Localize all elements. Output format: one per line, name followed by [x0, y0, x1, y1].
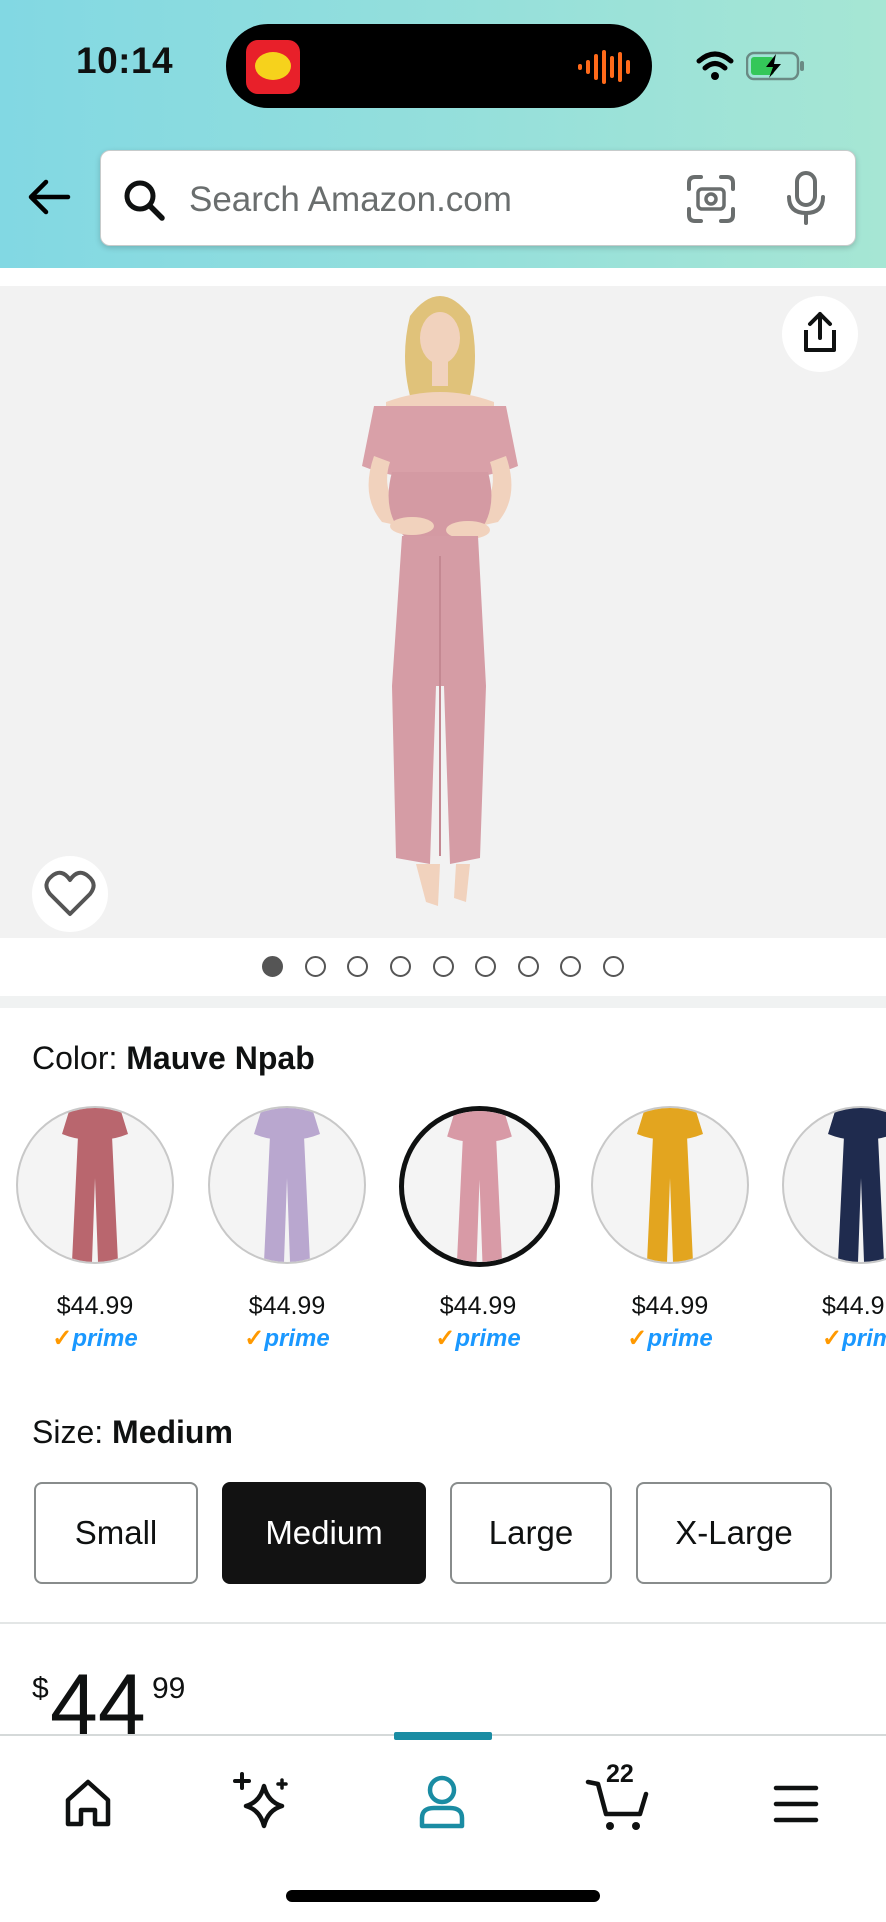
price-currency-symbol: $: [32, 1672, 49, 1705]
section-divider: [0, 996, 886, 1008]
prime-badge: ✓prime: [435, 1325, 521, 1352]
prime-badge: ✓prime: [52, 1325, 138, 1352]
pagination-dot[interactable]: [433, 956, 454, 977]
prime-badge: ✓prim: [822, 1325, 886, 1352]
swatch-price: $44.99: [631, 1292, 709, 1320]
selected-color-name: Mauve Npab: [126, 1040, 315, 1076]
swatch-image[interactable]: [208, 1106, 366, 1264]
swatch-image[interactable]: [399, 1106, 560, 1267]
back-arrow-icon[interactable]: [22, 170, 76, 224]
size-option-small[interactable]: Small: [34, 1482, 198, 1584]
swatch-image[interactable]: [782, 1106, 886, 1264]
dynamic-island: [226, 24, 652, 108]
color-swatches: $44.99 ✓prime $44.99 ✓prime $44.99 ✓prim…: [0, 1106, 886, 1366]
price-fraction: 99: [152, 1672, 186, 1705]
app-header: 10:14: [0, 0, 886, 268]
status-time: 10:14: [76, 40, 174, 81]
pagination-dot[interactable]: [560, 956, 581, 977]
size-option-x-large[interactable]: X-Large: [636, 1482, 832, 1584]
product-image[interactable]: [330, 286, 550, 938]
product-image-gallery[interactable]: [0, 286, 886, 938]
pagination-dot[interactable]: [390, 956, 411, 977]
swatch-image[interactable]: [16, 1106, 174, 1264]
share-button[interactable]: [782, 296, 858, 372]
section-divider: [0, 1622, 886, 1624]
swatch-price: $44.9: [822, 1292, 885, 1320]
share-icon: [804, 312, 836, 352]
camera-search-icon[interactable]: [683, 171, 739, 227]
pagination-dot[interactable]: [518, 956, 539, 977]
swatch-image[interactable]: [591, 1106, 749, 1264]
home-icon[interactable]: [48, 1766, 128, 1836]
swatch-price: $44.99: [248, 1292, 326, 1320]
add-to-wishlist-button[interactable]: [32, 856, 108, 932]
cart-icon: [585, 1779, 649, 1830]
search-input[interactable]: [187, 175, 671, 225]
image-pagination: [0, 956, 886, 978]
search-bar[interactable]: [100, 150, 856, 246]
swatch-price: $44.99: [56, 1292, 134, 1320]
search-icon: [124, 180, 165, 221]
prime-badge: ✓prime: [627, 1325, 713, 1352]
bottom-navigation-bar: 22: [0, 1732, 886, 1922]
microphone-icon[interactable]: [781, 169, 831, 227]
pagination-dot[interactable]: [347, 956, 368, 977]
battery-charging-icon: [746, 51, 804, 81]
cart-button[interactable]: 22: [580, 1760, 660, 1836]
menu-icon[interactable]: [756, 1766, 836, 1836]
active-tab-indicator: [394, 1732, 492, 1740]
swatch-price: $44.99: [439, 1292, 517, 1320]
size-option-large[interactable]: Large: [450, 1482, 612, 1584]
audio-wave-icon: [578, 50, 630, 84]
pagination-dot[interactable]: [475, 956, 496, 977]
account-icon[interactable]: [402, 1766, 482, 1836]
heart-icon: [44, 870, 96, 916]
live-activity-app-icon[interactable]: [246, 40, 300, 94]
pagination-dot[interactable]: [305, 956, 326, 977]
size-option-medium[interactable]: Medium: [222, 1482, 426, 1584]
sparkle-icon[interactable]: [224, 1766, 304, 1836]
wifi-icon: [696, 51, 734, 80]
color-label: Color: Mauve Npab: [32, 1040, 315, 1076]
size-label: Size: Medium: [32, 1414, 233, 1450]
home-indicator[interactable]: [286, 1890, 600, 1902]
prime-badge: ✓prime: [244, 1325, 330, 1352]
selected-size-name: Medium: [112, 1414, 233, 1450]
pagination-dot[interactable]: [603, 956, 624, 977]
pagination-dot[interactable]: [262, 956, 283, 977]
